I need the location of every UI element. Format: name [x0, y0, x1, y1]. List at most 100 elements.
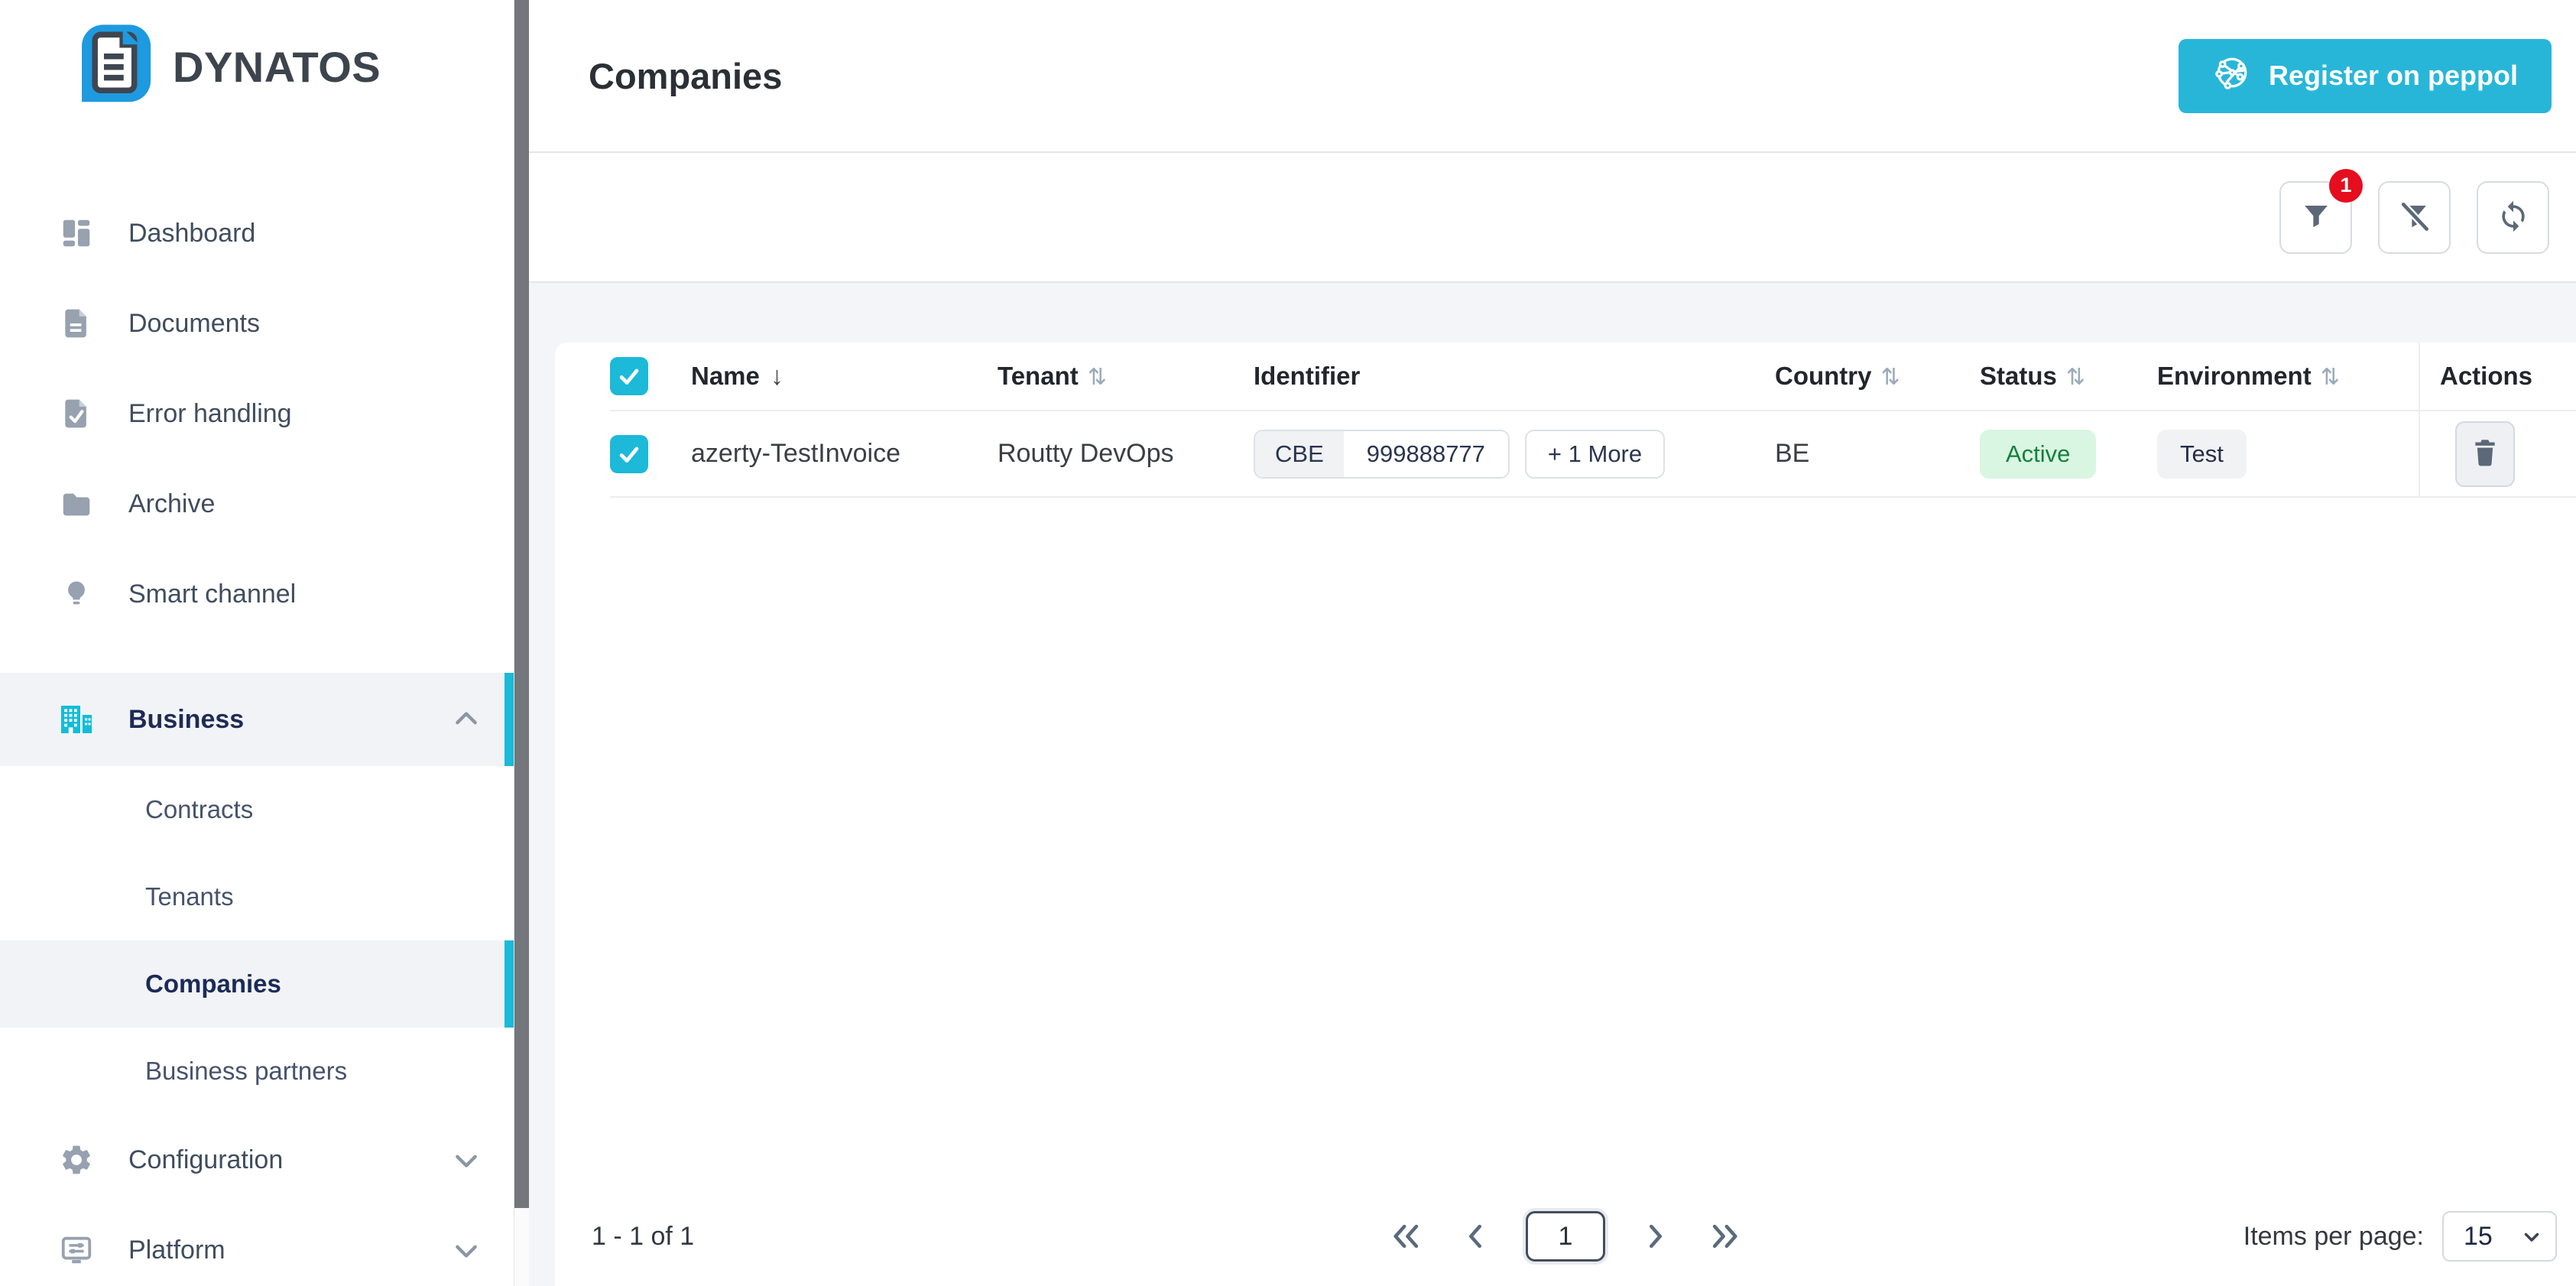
next-page-button[interactable] — [1645, 1221, 1666, 1252]
column-header-tenant[interactable]: Tenant⇅ — [998, 362, 1254, 391]
register-on-peppol-button[interactable]: Register on peppol — [2179, 39, 2552, 113]
chevron-down-icon — [451, 1235, 482, 1265]
page-title: Companies — [589, 55, 782, 97]
sidebar-item-label: Error handling — [128, 399, 292, 429]
companies-table-card: Name↓ Tenant⇅ Identifier Country⇅ Status… — [555, 343, 2576, 1286]
trash-icon — [2471, 436, 2500, 472]
sidebar-scrollbar[interactable] — [514, 0, 529, 1286]
sidebar-item-platform[interactable]: Platform — [0, 1205, 514, 1286]
sidebar-item-configuration[interactable]: Configuration — [0, 1115, 514, 1205]
cell-tenant: Routty DevOps — [998, 439, 1254, 469]
items-per-page-select-wrap: 15 — [2442, 1211, 2557, 1262]
sidebar-item-label: Companies — [145, 969, 281, 999]
pager-controls — [1388, 1211, 1743, 1262]
companies-table: Name↓ Tenant⇅ Identifier Country⇅ Status… — [555, 343, 2576, 498]
chevron-up-icon — [451, 704, 482, 735]
status-badge: Active — [1980, 430, 2096, 479]
items-per-page-select[interactable]: 15 — [2442, 1211, 2557, 1262]
sidebar-item-label: Documents — [128, 309, 260, 339]
sort-both-icon: ⇅ — [2066, 365, 2085, 390]
column-header-environment[interactable]: Environment⇅ — [2157, 362, 2419, 391]
sidebar-item-label: Dashboard — [128, 219, 255, 248]
refresh-button[interactable] — [2477, 181, 2549, 254]
sort-desc-icon: ↓ — [771, 362, 784, 391]
peppol-network-icon — [2212, 53, 2252, 99]
main-content: Companies Register on peppol — [529, 0, 2576, 1286]
results-range-label: 1 - 1 of 1 — [592, 1222, 694, 1252]
items-per-page-label: Items per page: — [2243, 1222, 2424, 1252]
column-header-name[interactable]: Name↓ — [691, 362, 998, 391]
chevron-down-icon — [451, 1145, 482, 1175]
column-header-country[interactable]: Country⇅ — [1775, 362, 1980, 391]
sidebar-item-tenants[interactable]: Tenants — [0, 853, 514, 940]
sort-both-icon: ⇅ — [2321, 365, 2340, 390]
toolbar: 1 — [529, 153, 2576, 281]
sidebar-item-label: Contracts — [145, 795, 253, 824]
column-header-actions: Actions — [2419, 343, 2576, 410]
filter-off-icon — [2399, 200, 2431, 235]
page-header: Companies Register on peppol — [529, 0, 2576, 151]
content-area: Name↓ Tenant⇅ Identifier Country⇅ Status… — [529, 283, 2576, 1286]
first-page-button[interactable] — [1388, 1221, 1425, 1252]
sidebar-item-business[interactable]: Business — [0, 673, 514, 766]
sidebar-item-label: Smart channel — [128, 580, 296, 609]
sidebar-item-business-partners[interactable]: Business partners — [0, 1028, 514, 1115]
cell-environment: Test — [2157, 430, 2419, 479]
sidebar-item-companies[interactable]: Companies — [0, 940, 514, 1028]
items-per-page-group: Items per page: 15 — [2243, 1211, 2557, 1262]
column-header-identifier: Identifier — [1254, 362, 1775, 391]
identifier-more-button[interactable]: + 1 More — [1525, 430, 1665, 479]
sidebar-item-archive[interactable]: Archive — [0, 459, 514, 549]
identifier-chip: CBE 999888777 — [1254, 430, 1510, 479]
sidebar-item-label: Archive — [128, 489, 215, 519]
logo: DYNATOS — [70, 20, 381, 114]
document-icon — [57, 306, 96, 341]
pagination-bar: 1 - 1 of 1 — [555, 1200, 2576, 1286]
cell-status: Active — [1980, 430, 2157, 479]
row-checkbox[interactable] — [610, 435, 648, 473]
sidebar-item-documents[interactable]: Documents — [0, 278, 514, 369]
last-page-button[interactable] — [1706, 1221, 1743, 1252]
identifier-scheme: CBE — [1255, 431, 1344, 477]
sidebar-item-dashboard[interactable]: Dashboard — [0, 188, 514, 278]
sidebar-item-label: Business — [128, 705, 244, 735]
select-all-checkbox[interactable] — [610, 357, 648, 395]
cell-identifier: CBE 999888777 + 1 More — [1254, 430, 1775, 479]
sidebar-item-label: Tenants — [145, 882, 234, 911]
column-header-status[interactable]: Status⇅ — [1980, 362, 2157, 391]
page-number-input[interactable] — [1526, 1211, 1605, 1262]
refresh-icon — [2497, 200, 2530, 235]
sidebar-nav: Dashboard Documents Error handling — [0, 188, 514, 1286]
sidebar: DYNATOS Dashboard Documents — [0, 0, 514, 1286]
platform-icon — [57, 1232, 96, 1268]
sidebar-item-label: Business partners — [145, 1057, 347, 1086]
delete-button[interactable] — [2455, 421, 2515, 487]
sidebar-item-smart-channel[interactable]: Smart channel — [0, 549, 514, 639]
table-row: azerty-TestInvoice Routty DevOps CBE 999… — [610, 411, 2576, 498]
previous-page-button[interactable] — [1465, 1221, 1486, 1252]
row-checkbox-cell — [610, 435, 691, 473]
sidebar-item-error-handling[interactable]: Error handling — [0, 369, 514, 459]
sort-both-icon: ⇅ — [1088, 365, 1107, 390]
logo-text: DYNATOS — [173, 42, 381, 92]
filter-count-badge: 1 — [2329, 169, 2363, 203]
lightbulb-icon — [57, 576, 96, 612]
clear-filters-button[interactable] — [2378, 181, 2451, 254]
building-icon — [57, 701, 96, 738]
sort-both-icon: ⇅ — [1881, 365, 1900, 390]
scrollbar-thumb[interactable] — [514, 0, 529, 1208]
environment-badge: Test — [2157, 430, 2247, 479]
dynatos-logo-icon — [70, 20, 161, 114]
register-button-label: Register on peppol — [2269, 60, 2518, 92]
cell-country: BE — [1775, 439, 1980, 469]
document-check-icon — [57, 396, 96, 431]
filter-button[interactable]: 1 — [2279, 181, 2352, 254]
sidebar-item-label: Platform — [128, 1236, 225, 1265]
sidebar-item-contracts[interactable]: Contracts — [0, 766, 514, 853]
cell-name: azerty-TestInvoice — [691, 439, 998, 469]
sidebar-item-label: Configuration — [128, 1145, 283, 1175]
header-checkbox-cell — [610, 357, 691, 395]
folder-icon — [57, 486, 96, 521]
table-header-row: Name↓ Tenant⇅ Identifier Country⇅ Status… — [610, 343, 2576, 411]
cell-actions — [2419, 411, 2576, 496]
